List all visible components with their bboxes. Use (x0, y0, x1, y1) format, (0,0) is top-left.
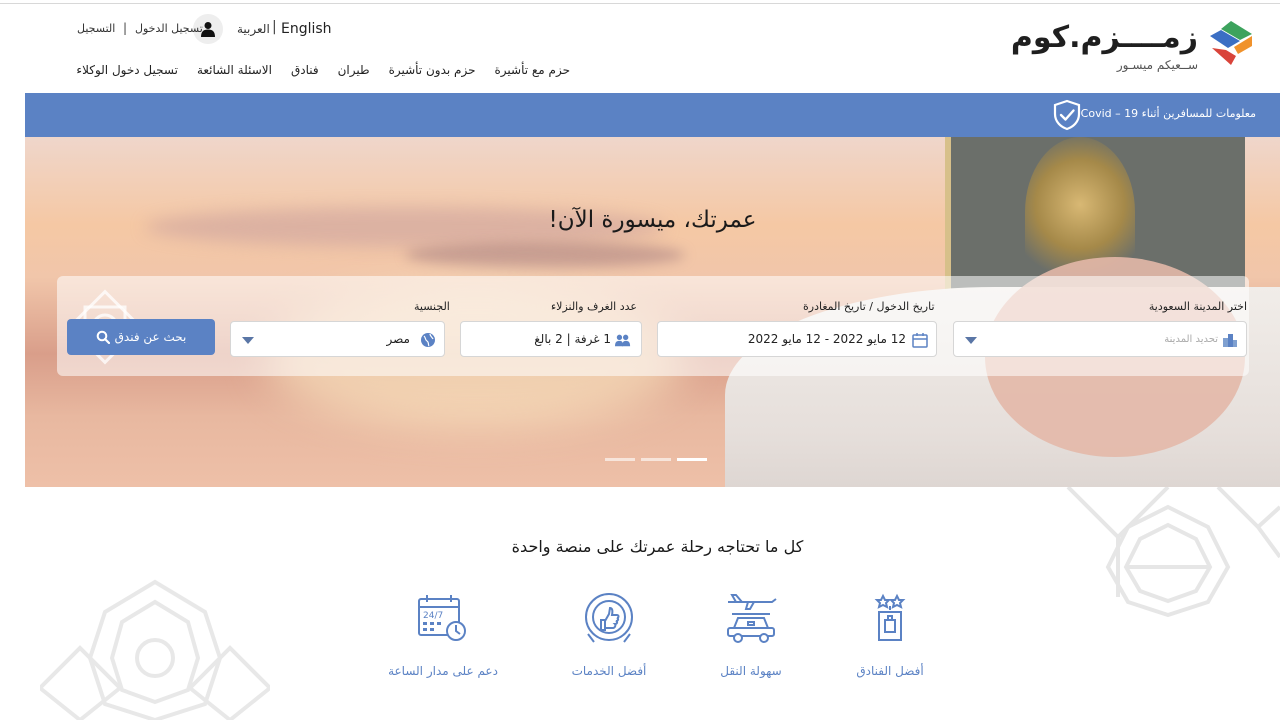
search-icon (96, 330, 110, 344)
guests-icon (615, 334, 631, 347)
feature-best-hotels: أفضل الفنادق (810, 592, 970, 687)
dates-value: 12 مايو 2022 - 12 مايو 2022 (747, 332, 906, 346)
chevron-down-icon (965, 337, 977, 344)
nav-faq[interactable]: الاسئلة الشائعة (197, 63, 272, 83)
nav-hotels[interactable]: فنادق (291, 63, 319, 83)
city-label: اختر المدينة السعودية (1148, 300, 1247, 313)
carousel-dot-active[interactable] (677, 458, 707, 461)
plane-car-icon (727, 594, 777, 643)
lang-separator: | (272, 19, 277, 35)
rooms-guests-picker[interactable]: 1 غرفة | 2 بالغ (460, 321, 642, 357)
features-title: كل ما تحتاجه رحلة عمرتك على منصة واحدة (511, 537, 804, 556)
feature-best-services-label: أفضل الخدمات (571, 664, 647, 678)
english-link[interactable]: English (281, 21, 332, 37)
feature-support-label: دعم على مدار الساعة (388, 664, 498, 678)
dates-label: تاريخ الدخول / تاريخ المغادرة (803, 300, 935, 313)
top-border (0, 3, 1280, 4)
svg-text:24/7: 24/7 (423, 611, 443, 621)
logo-mark-icon (1210, 21, 1252, 65)
carousel-indicators (605, 458, 715, 462)
login-link[interactable]: تسجيل الدخول (135, 22, 203, 35)
nav-agents-login[interactable]: تسجيل دخول الوكلاء (76, 63, 178, 83)
hero-banner: عمرتك، ميسورة الآن! اختر المدينة السعودي… (25, 137, 1280, 487)
feature-best-hotels-label: أفضل الفنادق (856, 664, 924, 678)
calendar-icon (912, 333, 928, 348)
site-logo[interactable]: زمــــزم.كوم ســعيكم ميسـور (1008, 18, 1254, 74)
hotel-search-panel: اختر المدينة السعودية تحديد المدينة تاري… (57, 276, 1249, 376)
building-icon (1223, 334, 1237, 347)
account-separator: | (123, 21, 128, 35)
search-hotel-label: بحث عن فندق (114, 330, 187, 344)
globe-icon (421, 333, 435, 347)
covid-info-text[interactable]: معلومات للمسافرين أثناء 19 – Covid (1081, 107, 1256, 120)
shield-check-icon (1053, 99, 1081, 131)
hero-bg-cloud (405, 242, 685, 268)
logo-text: زمــــزم.كوم (1010, 20, 1199, 55)
covid-banner[interactable]: معلومات للمسافرين أثناء 19 – Covid (25, 93, 1280, 137)
feature-transport-label: سهولة النقل (720, 664, 782, 678)
nav-packages-with-visa[interactable]: حزم مع تأشيرة (495, 63, 571, 83)
rooms-value: 1 غرفة | 2 بالغ (534, 332, 611, 346)
nav-flights[interactable]: طيران (338, 63, 370, 83)
nationality-select[interactable]: مصر (230, 321, 445, 357)
feature-transport: سهولة النقل (671, 592, 831, 687)
nationality-value: مصر (386, 332, 410, 346)
register-link[interactable]: التسجيل (77, 22, 115, 35)
arabic-link[interactable]: العربية (237, 22, 270, 36)
thumbs-up-badge-icon (585, 593, 633, 643)
support-247-calendar-icon: 24/7 (418, 595, 466, 641)
rooms-label: عدد الغرف والنزلاء (551, 300, 637, 313)
main-nav: حزم مع تأشيرة حزم بدون تأشيرة طيران فناد… (67, 63, 570, 83)
dates-picker[interactable]: 12 مايو 2022 - 12 مايو 2022 (657, 321, 937, 357)
chevron-down-icon (242, 337, 254, 344)
city-select[interactable]: تحديد المدينة (953, 321, 1247, 357)
carousel-dot[interactable] (605, 458, 635, 461)
nav-packages-without-visa[interactable]: حزم بدون تأشيرة (389, 63, 476, 83)
nationality-label: الجنسية (414, 300, 450, 313)
page: { "header": { "lang_en": "English", "lan… (0, 0, 1280, 720)
carousel-dot[interactable] (641, 458, 671, 461)
logo-tagline: ســعيكم ميسـور (1116, 58, 1198, 72)
city-placeholder: تحديد المدينة (1164, 334, 1218, 345)
feature-best-services: أفضل الخدمات (529, 592, 689, 687)
feature-support: 24/7 دعم على مدار الساعة (363, 592, 523, 687)
hotel-luggage-icon (874, 593, 906, 641)
search-hotel-button[interactable]: بحث عن فندق (67, 319, 215, 355)
ornament-pattern-icon (40, 579, 270, 720)
hero-title: عمرتك، ميسورة الآن! (548, 207, 757, 233)
account-bar: English | العربية تسجيل الدخول | التسجيل (60, 14, 350, 44)
